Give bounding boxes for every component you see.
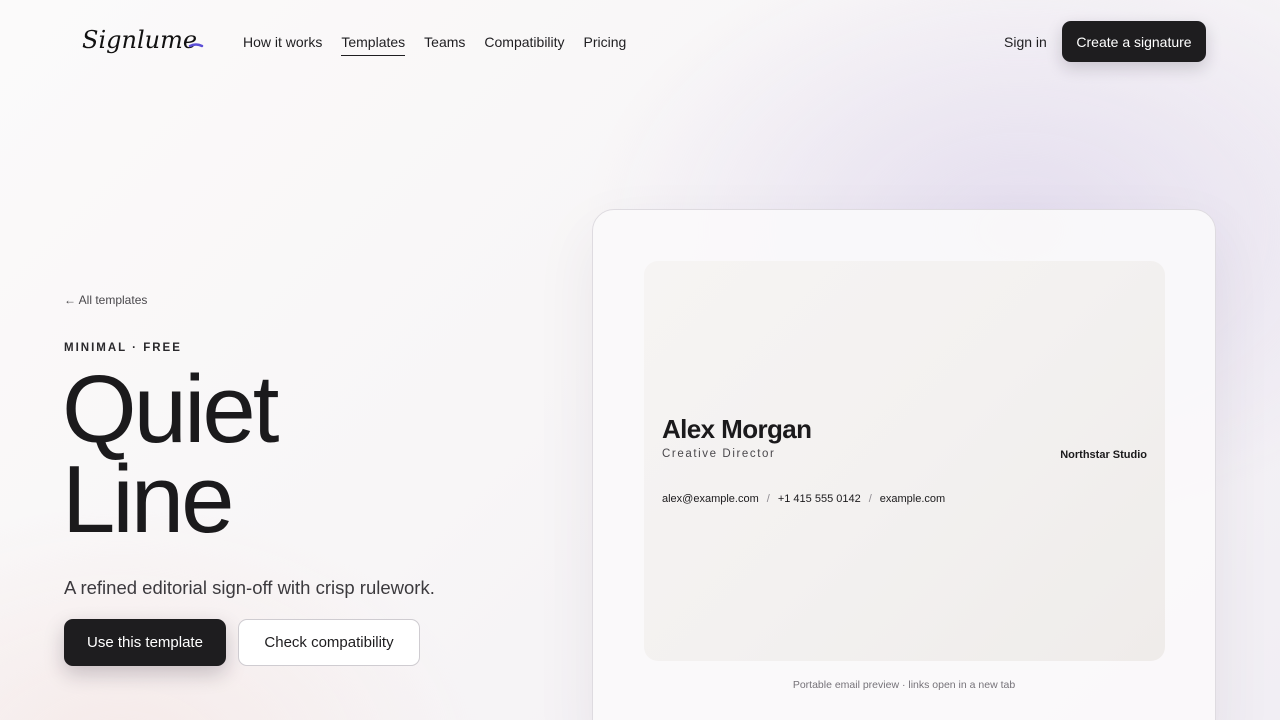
nav-compatibility[interactable]: Compatibility bbox=[484, 34, 564, 56]
nav-pricing[interactable]: Pricing bbox=[584, 34, 627, 56]
use-template-button[interactable]: Use this template bbox=[64, 619, 226, 666]
title-line-2: Line bbox=[62, 446, 235, 553]
signature-contact-row: alex@example.com / +1 415 555 0142 / exa… bbox=[662, 493, 945, 505]
svg-text:Signlume: Signlume bbox=[82, 26, 197, 54]
nav-templates[interactable]: Templates bbox=[341, 34, 406, 56]
check-compatibility-button[interactable]: Check compatibility bbox=[238, 619, 420, 666]
signature-phone-link[interactable]: +1 415 555 0142 bbox=[778, 493, 861, 505]
sign-in-link[interactable]: Sign in bbox=[1004, 34, 1047, 51]
nav-teams[interactable]: Teams bbox=[424, 34, 465, 56]
nav-how-it-works[interactable]: How it works bbox=[243, 34, 322, 56]
preview-note: Portable email preview · links open in a… bbox=[792, 679, 1016, 691]
title-line-1: Quiet bbox=[62, 356, 279, 463]
signature-preview-card: Alex Morgan Creative Director Northstar … bbox=[592, 209, 1216, 720]
main-nav: How it works Templates Teams Compatibili… bbox=[243, 34, 645, 56]
template-subtitle: A refined editorial sign-off with crisp … bbox=[64, 577, 435, 598]
template-eyebrow: MINIMAL · FREE bbox=[64, 342, 182, 354]
signature-company: Northstar Studio bbox=[1060, 449, 1147, 461]
signature-preview: Alex Morgan Creative Director Northstar … bbox=[644, 261, 1165, 661]
create-signature-button[interactable]: Create a signature bbox=[1062, 21, 1206, 62]
logo-wordmark: Signlume bbox=[82, 26, 204, 54]
template-title: Quiet Line bbox=[62, 356, 279, 553]
contact-separator: / bbox=[868, 493, 872, 505]
signature-role: Creative Director bbox=[662, 448, 776, 460]
signature-name: Alex Morgan bbox=[662, 414, 812, 444]
contact-separator: / bbox=[766, 493, 770, 505]
signature-website-link[interactable]: example.com bbox=[880, 493, 945, 505]
back-to-templates-link[interactable]: ← All templates bbox=[64, 293, 147, 307]
signature-email-link[interactable]: alex@example.com bbox=[662, 493, 759, 505]
